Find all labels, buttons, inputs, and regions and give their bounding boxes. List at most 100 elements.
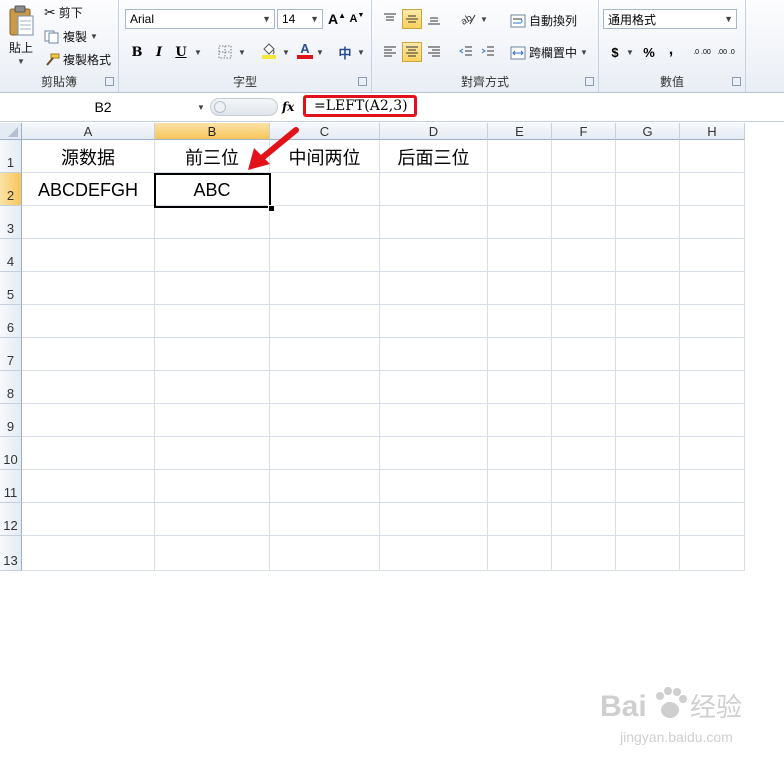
chevron-down-icon[interactable]: ▼	[238, 48, 246, 57]
insert-function-button[interactable]: fx	[282, 97, 300, 117]
increase-indent-button[interactable]	[478, 42, 498, 62]
orientation-button[interactable]: ab	[458, 9, 478, 29]
dialog-launcher-icon[interactable]	[585, 77, 594, 86]
fill-color-button[interactable]	[259, 40, 279, 60]
row-header-1[interactable]: 1	[0, 140, 22, 173]
percent-icon: %	[643, 44, 655, 60]
currency-button[interactable]: $	[605, 42, 625, 62]
font-name-combo[interactable]: Arial ▼	[125, 9, 275, 29]
row-header-6[interactable]: 6	[0, 305, 22, 338]
chevron-down-icon: ▼	[262, 14, 271, 24]
align-right-button[interactable]	[424, 42, 444, 62]
cell-a2[interactable]: ABCDEFGH	[22, 174, 154, 206]
bold-icon: B	[131, 44, 143, 60]
font-name-value: Arial	[130, 12, 155, 26]
column-header-a[interactable]: A	[22, 123, 155, 140]
chevron-down-icon: ▼	[724, 14, 733, 24]
font-group-label: 字型	[232, 75, 257, 89]
function-icon: fx	[282, 100, 295, 114]
percent-button[interactable]: %	[639, 42, 659, 62]
chevron-down-icon[interactable]: ▼	[282, 48, 290, 57]
chevron-down-icon[interactable]: ▼	[480, 15, 488, 24]
align-center-button[interactable]	[402, 42, 422, 62]
align-bottom-button[interactable]	[424, 9, 444, 29]
bold-button[interactable]: B	[127, 42, 147, 62]
row-header-10[interactable]: 10	[0, 437, 22, 470]
column-header-h[interactable]: H	[680, 123, 745, 140]
dialog-launcher-icon[interactable]	[105, 77, 114, 86]
paste-button[interactable]: 貼上 ▼	[4, 4, 38, 66]
cell-a1[interactable]: 源数据	[22, 141, 154, 173]
increase-decimal-button[interactable]: .0 .00	[691, 42, 713, 62]
cell-d1[interactable]: 后面三位	[380, 141, 487, 173]
row-header-label: 10	[3, 452, 18, 467]
grid-line	[22, 238, 745, 239]
scissors-icon: ✂	[44, 4, 56, 20]
wrap-text-button[interactable]: 自動換列	[510, 12, 577, 29]
row-header-5[interactable]: 5	[0, 272, 22, 305]
row-header-label: 7	[6, 353, 15, 368]
row-header-2[interactable]: 2	[0, 173, 22, 206]
formula-input[interactable]: =LEFT(A2,3)	[303, 95, 417, 117]
align-middle-button[interactable]	[402, 9, 422, 29]
shrink-font-button[interactable]: A ▼	[347, 9, 367, 29]
italic-button[interactable]: I	[149, 42, 169, 62]
cell-b1-value: 前三位	[185, 148, 239, 168]
number-format-combo[interactable]: 通用格式 ▼	[603, 9, 737, 29]
phonetic-button[interactable]: 中	[335, 42, 355, 62]
copy-button[interactable]: 複製 ▼	[44, 28, 98, 45]
chevron-down-icon: ▼	[90, 32, 98, 41]
row-header-9[interactable]: 9	[0, 404, 22, 437]
font-size-combo[interactable]: 14 ▼	[277, 9, 323, 29]
underline-button[interactable]: U	[171, 42, 191, 62]
row-header-4[interactable]: 4	[0, 239, 22, 272]
align-left-button[interactable]	[380, 42, 400, 62]
borders-button[interactable]	[215, 42, 235, 62]
chevron-down-icon[interactable]: ▼	[194, 48, 202, 57]
name-box[interactable]: B2	[0, 97, 206, 117]
number-group: 通用格式 ▼ $ ▼ % , .0 .00 .00 .0 數值	[599, 0, 746, 92]
baidu-paw-logo: Bai 经验 jingyan.baidu.com	[600, 687, 742, 745]
row-header-3[interactable]: 3	[0, 206, 22, 239]
column-header-g[interactable]: G	[616, 123, 680, 140]
row-header-11[interactable]: 11	[0, 470, 22, 503]
grow-font-button[interactable]: A ▲	[327, 9, 347, 29]
decrease-indent-button[interactable]	[456, 42, 476, 62]
comma-style-button[interactable]: ,	[661, 40, 681, 60]
row-header-12[interactable]: 12	[0, 503, 22, 536]
dialog-launcher-icon[interactable]	[732, 77, 741, 86]
row-header-7[interactable]: 7	[0, 338, 22, 371]
decrease-indent-icon	[459, 46, 472, 56]
font-color-icon: A	[300, 40, 310, 56]
cell-d1-value: 后面三位	[397, 148, 470, 168]
column-header-d[interactable]: D	[380, 123, 488, 140]
wrap-text-icon	[510, 14, 526, 27]
row-header-label: 11	[3, 485, 18, 500]
row-header-13[interactable]: 13	[0, 536, 22, 571]
currency-icon: $	[611, 44, 619, 60]
column-header-label: G	[642, 123, 653, 139]
fill-handle[interactable]	[268, 205, 275, 212]
chevron-down-icon[interactable]: ▼	[316, 48, 324, 57]
chevron-down-icon[interactable]: ▼	[626, 48, 634, 57]
format-painter-button[interactable]: 複製格式	[44, 51, 111, 68]
font-color-swatch	[297, 54, 313, 59]
chevron-down-icon[interactable]: ▼	[357, 48, 365, 57]
phonetic-icon: 中	[338, 45, 352, 61]
dialog-launcher-icon[interactable]	[358, 77, 367, 86]
column-header-label: D	[428, 123, 439, 139]
chevron-down-icon[interactable]: ▼	[197, 103, 205, 112]
watermark-url: jingyan.baidu.com	[619, 729, 733, 745]
select-all-button[interactable]	[0, 123, 22, 140]
font-color-button[interactable]: A	[295, 40, 315, 60]
grid-line	[22, 570, 745, 571]
row-header-8[interactable]: 8	[0, 371, 22, 404]
cut-button[interactable]: ✂ 剪下	[44, 4, 83, 21]
grid-line	[22, 337, 745, 338]
watermark-brand-cn: 经验	[690, 693, 742, 723]
merge-center-button[interactable]: 跨欄置中 ▼	[510, 44, 588, 61]
align-top-button[interactable]	[380, 9, 400, 29]
column-header-f[interactable]: F	[552, 123, 616, 140]
column-header-e[interactable]: E	[488, 123, 552, 140]
decrease-decimal-button[interactable]: .00 .0	[715, 42, 737, 62]
